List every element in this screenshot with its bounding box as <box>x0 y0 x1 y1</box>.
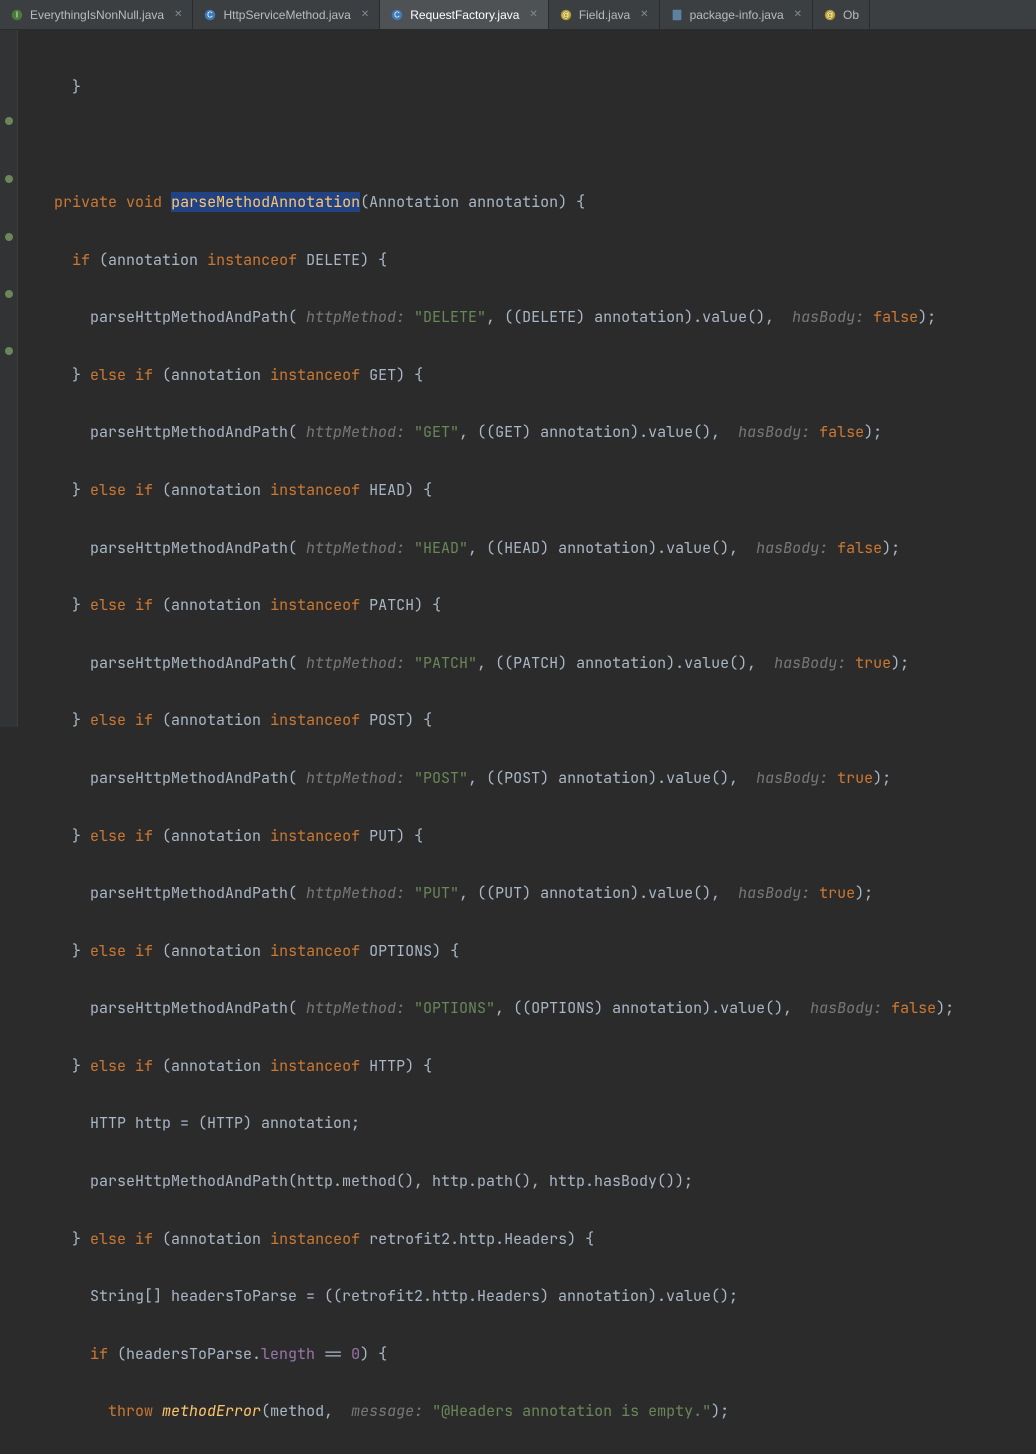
code-line: parseHttpMethodAndPath( httpMethod: "GET… <box>18 418 1036 447</box>
code-line: } else if (annotation instanceof OPTIONS… <box>18 937 1036 966</box>
code-line: parseHttpMethodAndPath( httpMethod: "PUT… <box>18 879 1036 908</box>
code-line: HTTP http = (HTTP) annotation; <box>18 1109 1036 1138</box>
java-interface-icon: I <box>10 8 24 22</box>
gutter <box>0 30 18 727</box>
code-line: } else if (annotation instanceof GET) { <box>18 361 1036 390</box>
svg-text:@: @ <box>562 10 570 19</box>
tab-everything[interactable]: I EverythingIsNonNull.java ✕ <box>0 0 193 29</box>
java-class-icon: C <box>203 8 217 22</box>
code-line: throw methodError(method, message: "@Hea… <box>18 1397 1036 1426</box>
svg-text:C: C <box>208 10 214 19</box>
code-line: parseHttpMethodAndPath( httpMethod: "PAT… <box>18 649 1036 678</box>
close-icon[interactable]: ✕ <box>361 9 369 20</box>
selected-method-name: parseMethodAnnotation <box>171 192 360 212</box>
code-line: private void parseMethodAnnotation(Annot… <box>18 188 1036 217</box>
gutter-marker-icon[interactable] <box>3 230 15 242</box>
tab-requestfactory[interactable]: C RequestFactory.java ✕ <box>380 0 549 29</box>
code-editor[interactable]: } private void parseMethodAnnotation(Ann… <box>0 30 1036 1454</box>
tab-field[interactable]: @ Field.java ✕ <box>549 0 660 29</box>
code-line: } else if (annotation instanceof POST) { <box>18 706 1036 735</box>
code-line: parseHttpMethodAndPath( httpMethod: "OPT… <box>18 994 1036 1023</box>
svg-text:C: C <box>394 10 400 19</box>
svg-text:I: I <box>16 10 18 19</box>
tab-ob[interactable]: @ Ob <box>813 0 870 29</box>
code-line: } <box>18 73 1036 102</box>
code-line: if (annotation instanceof DELETE) { <box>18 246 1036 275</box>
code-line: } else if (annotation instanceof retrofi… <box>18 1225 1036 1254</box>
code-line: } else if (annotation instanceof PUT) { <box>18 822 1036 851</box>
tab-label: package-info.java <box>690 8 784 22</box>
close-icon[interactable]: ✕ <box>794 9 802 20</box>
close-icon[interactable]: ✕ <box>529 9 537 20</box>
tab-label: Ob <box>843 8 859 22</box>
code-line <box>18 130 1036 159</box>
svg-text:@: @ <box>826 10 834 19</box>
code-line: parseHttpMethodAndPath( httpMethod: "DEL… <box>18 303 1036 332</box>
tab-label: RequestFactory.java <box>410 8 519 22</box>
tab-label: EverythingIsNonNull.java <box>30 8 164 22</box>
java-file-icon <box>670 8 684 22</box>
tab-label: Field.java <box>579 8 630 22</box>
code-line: parseHttpMethodAndPath( httpMethod: "HEA… <box>18 534 1036 563</box>
gutter-marker-icon[interactable] <box>3 172 15 184</box>
gutter-marker-icon[interactable] <box>3 344 15 356</box>
code-line: String[] headersToParse = ((retrofit2.ht… <box>18 1282 1036 1311</box>
close-icon[interactable]: ✕ <box>640 9 648 20</box>
gutter-marker-icon[interactable] <box>3 114 15 126</box>
code-line: parseHttpMethodAndPath(http.method(), ht… <box>18 1167 1036 1196</box>
java-class-icon: C <box>390 8 404 22</box>
code-line: } else if (annotation instanceof HEAD) { <box>18 476 1036 505</box>
code-line: if (headersToParse.length == 0) { <box>18 1340 1036 1369</box>
java-annotation-icon: @ <box>823 8 837 22</box>
tab-label: HttpServiceMethod.java <box>223 8 350 22</box>
java-annotation-icon: @ <box>559 8 573 22</box>
tab-httpservice[interactable]: C HttpServiceMethod.java ✕ <box>193 0 380 29</box>
tab-bar: I EverythingIsNonNull.java ✕ C HttpServi… <box>0 0 1036 30</box>
code-line: } else if (annotation instanceof PATCH) … <box>18 591 1036 620</box>
code-line: } else if (annotation instanceof HTTP) { <box>18 1052 1036 1081</box>
tab-packageinfo[interactable]: package-info.java ✕ <box>660 0 813 29</box>
gutter-marker-icon[interactable] <box>3 287 15 299</box>
close-icon[interactable]: ✕ <box>174 9 182 20</box>
code-line: parseHttpMethodAndPath( httpMethod: "POS… <box>18 764 1036 793</box>
